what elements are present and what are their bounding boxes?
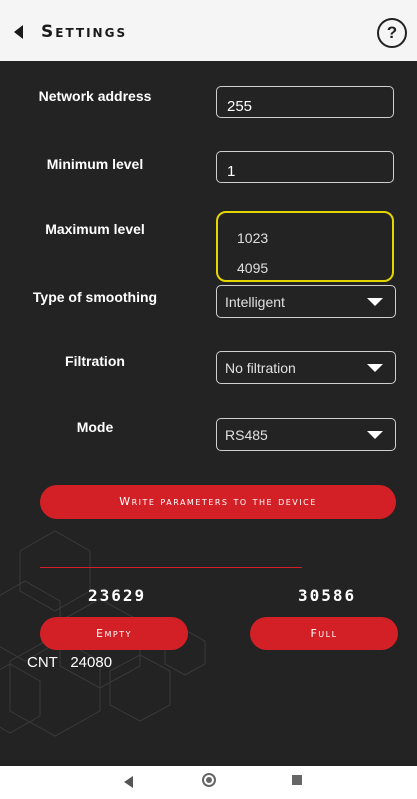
divider	[40, 567, 302, 568]
nav-home-icon[interactable]	[202, 773, 216, 787]
network-address-field[interactable]: 255	[216, 86, 394, 118]
nav-recents-icon[interactable]	[292, 775, 302, 785]
empty-button[interactable]: Empty	[40, 617, 188, 650]
counter-label: CNT	[27, 654, 58, 671]
filtration-value: No filtration	[225, 360, 296, 376]
type-of-smoothing-label: Type of smoothing	[32, 289, 158, 305]
network-address-label: Network address	[38, 88, 152, 104]
help-icon[interactable]: ?	[377, 18, 407, 48]
nav-back-icon[interactable]	[124, 776, 133, 788]
minimum-level-label: Minimum level	[46, 156, 144, 172]
page-title: Settings	[41, 22, 128, 42]
empty-value: 23629	[88, 586, 147, 605]
full-value: 30586	[298, 586, 357, 605]
full-button[interactable]: Full	[250, 617, 398, 650]
chevron-down-icon	[367, 431, 383, 439]
chevron-down-icon	[367, 298, 383, 306]
filtration-select[interactable]: No filtration	[216, 351, 396, 384]
counter-value: 24080	[70, 654, 113, 671]
type-of-smoothing-select[interactable]: Intelligent	[216, 285, 396, 318]
top-bar: Settings ?	[0, 0, 417, 61]
maximum-level-option[interactable]: 1023	[237, 230, 268, 246]
chevron-down-icon	[367, 364, 383, 372]
write-parameters-button[interactable]: Write parameters to the device	[40, 485, 396, 519]
maximum-level-label: Maximum level	[45, 221, 145, 237]
minimum-level-field[interactable]: 1	[216, 151, 394, 183]
system-nav-bar	[0, 766, 417, 799]
type-of-smoothing-value: Intelligent	[225, 294, 285, 310]
settings-panel: Network address 255 Minimum level 1 Maxi…	[0, 61, 417, 766]
back-arrow-icon[interactable]	[14, 25, 23, 39]
mode-value: RS485	[225, 427, 268, 443]
mode-select[interactable]: RS485	[216, 418, 396, 451]
filtration-label: Filtration	[65, 353, 125, 369]
maximum-level-option[interactable]: 4095	[237, 260, 268, 276]
counter-readout: CNT 24080	[27, 654, 112, 671]
mode-label: Mode	[76, 419, 114, 435]
maximum-level-dropdown-popup[interactable]: 1023 4095	[216, 211, 394, 282]
